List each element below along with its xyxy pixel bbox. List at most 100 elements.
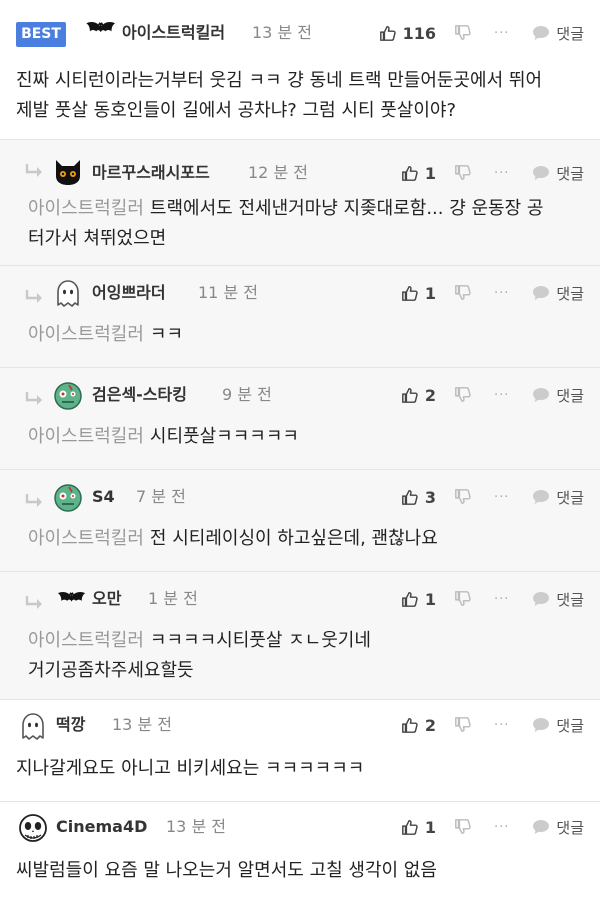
like-count: 1 [424,589,436,609]
comment-line: ㅋㅋㅋㅋ시티풋살 ㅈㄴ웃기네 [149,630,371,651]
comment-line: 터가서 쳐뛰었으면 [28,228,167,249]
author-nickname[interactable]: S4 [92,484,115,510]
thumb-up-icon [401,818,419,836]
like-button[interactable]: 2 [401,716,436,735]
like-button[interactable]: 3 [401,488,436,507]
speech-bubble-icon [531,487,551,507]
more-menu-button[interactable]: ··· [494,166,509,181]
reply-button[interactable]: 댓글 [531,487,584,508]
thumb-down-icon [454,818,472,836]
timestamp: 9 분 전 [222,385,272,404]
reply-arrow-icon [24,594,46,612]
mention-tag[interactable]: 아이스트럭킬러 [28,198,144,219]
dislike-button[interactable] [454,24,472,42]
reply-button[interactable]: 댓글 [531,589,584,610]
reply-button[interactable]: 댓글 [531,715,584,736]
thumb-down-icon [454,488,472,506]
author-nickname[interactable]: 검은섹-스타킹 [92,382,187,408]
reply-label: 댓글 [556,164,584,183]
comment-line: 거기공좀차주세요할듯 [28,660,194,681]
comment-line: 진짜 시티런이라는거부터 웃김 ㅋㅋ 걍 동네 트랙 만들어둔곳에서 뛰어 [16,70,543,91]
like-button[interactable]: 1 [401,818,436,837]
skull-icon [18,814,48,844]
like-button[interactable]: 1 [401,164,436,183]
timestamp: 12 분 전 [248,163,308,182]
dislike-button[interactable] [454,488,472,506]
more-menu-button[interactable]: ··· [494,388,509,403]
more-menu-button[interactable]: ··· [494,820,509,835]
thumb-down-icon [454,284,472,302]
comment-item: BEST 아이스트럭킬러 13 분 전 116 ··· 댓글 진짜 시티런이라는… [0,0,600,140]
thumb-down-icon [454,24,472,42]
like-button[interactable]: 2 [401,386,436,405]
bat-icon [80,17,116,44]
reply-label: 댓글 [556,284,584,303]
zombie-icon [53,483,83,513]
mention-tag[interactable]: 아이스트럭킬러 [28,528,144,549]
comment-item: 떡깡 13 분 전 2 ··· 댓글 지나갈게요도 아니고 비키세요는 ㅋㅋㅋㅋ… [0,700,600,802]
ghost-icon [53,279,83,309]
more-menu-button[interactable]: ··· [494,718,509,733]
like-button[interactable]: 116 [379,24,436,43]
thumb-down-icon [454,716,472,734]
like-button[interactable]: 1 [401,284,436,303]
speech-bubble-icon [531,385,551,405]
mention-tag[interactable]: 아이스트럭킬러 [28,324,144,345]
more-menu-button[interactable]: ··· [494,592,509,607]
reply-label: 댓글 [556,590,584,609]
reply-button[interactable]: 댓글 [531,163,584,184]
mention-tag[interactable]: 아이스트럭킬러 [28,426,144,447]
reply-arrow-icon [24,390,46,408]
comment-text: 아이스트럭킬러 ㅋㅋ [28,320,580,350]
timestamp: 13 분 전 [252,23,312,42]
like-count: 3 [424,487,436,507]
reply-item: 오만 1 분 전 1 ··· 댓글 아이스트럭킬러 ㅋㅋㅋㅋ시티풋살 ㅈㄴ웃기네 … [0,572,600,700]
reply-label: 댓글 [556,24,584,43]
timestamp: 11 분 전 [198,283,258,302]
reply-button[interactable]: 댓글 [531,23,584,44]
dislike-button[interactable] [454,716,472,734]
dislike-button[interactable] [454,284,472,302]
reply-arrow-icon [24,288,46,306]
more-menu-button[interactable]: ··· [494,286,509,301]
mention-tag[interactable]: 아이스트럭킬러 [28,630,144,651]
thumb-up-icon [401,164,419,182]
comment-text: 아이스트럭킬러 ㅋㅋㅋㅋ시티풋살 ㅈㄴ웃기네 거기공좀차주세요할듯 [28,626,580,686]
author-nickname[interactable]: 아이스트럭킬러 [122,20,225,46]
reply-item: 어잉쁘라더 11 분 전 1 ··· 댓글 아이스트럭킬러 ㅋㅋ [0,266,600,368]
comment-line: 씨발럼들이 요즘 말 나오는거 알면서도 고칠 생각이 없음 [16,860,437,881]
author-nickname[interactable]: 오만 [92,586,121,612]
author-nickname[interactable]: 마르꾸스래시포드 [92,160,210,186]
ghost-icon [18,712,48,742]
more-menu-button[interactable]: ··· [494,490,509,505]
author-nickname[interactable]: 떡깡 [56,712,85,738]
reply-button[interactable]: 댓글 [531,817,584,838]
dislike-button[interactable] [454,386,472,404]
comment-line: 트랙에서도 전세낸거마냥 지좆대로함... 걍 운동장 공 [149,198,544,219]
reply-arrow-icon [24,162,46,180]
author-nickname[interactable]: Cinema4D [56,814,147,840]
like-button[interactable]: 1 [401,590,436,609]
comment-text: 아이스트럭킬러 전 시티레이싱이 하고싶은데, 괜찮나요 [28,524,580,554]
speech-bubble-icon [531,283,551,303]
author-nickname[interactable]: 어잉쁘라더 [92,280,166,306]
reply-button[interactable]: 댓글 [531,385,584,406]
timestamp: 1 분 전 [148,589,198,608]
speech-bubble-icon [531,23,551,43]
thumb-up-icon [401,590,419,608]
comment-line: ㅋㅋ [149,324,184,345]
timestamp: 13 분 전 [166,817,226,836]
dislike-button[interactable] [454,590,472,608]
reply-item: S4 7 분 전 3 ··· 댓글 아이스트럭킬러 전 시티레이싱이 하고싶은데,… [0,470,600,572]
black-cat-icon [53,156,83,186]
thumb-up-icon [401,488,419,506]
more-menu-button[interactable]: ··· [494,26,509,41]
speech-bubble-icon [531,589,551,609]
reply-button[interactable]: 댓글 [531,283,584,304]
dislike-button[interactable] [454,164,472,182]
dislike-button[interactable] [454,818,472,836]
best-badge: BEST [16,22,66,47]
like-count: 2 [424,385,436,405]
bat-icon [52,587,86,613]
like-count: 2 [424,715,436,735]
